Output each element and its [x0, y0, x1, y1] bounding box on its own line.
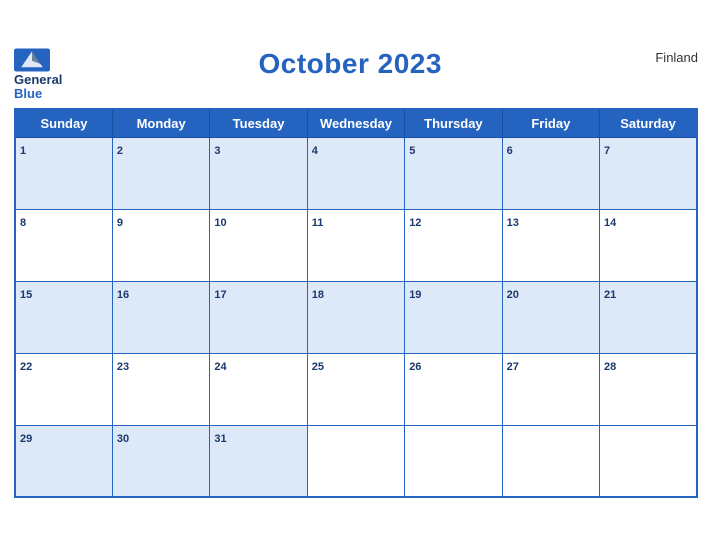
day-number: 7 [604, 145, 610, 157]
day-number: 24 [214, 361, 226, 373]
calendar-day-cell: 19 [405, 281, 502, 353]
weekday-header-saturday: Saturday [600, 109, 697, 138]
calendar-table: SundayMondayTuesdayWednesdayThursdayFrid… [14, 108, 698, 499]
weekday-header-sunday: Sunday [15, 109, 112, 138]
weekday-header-row: SundayMondayTuesdayWednesdayThursdayFrid… [15, 109, 697, 138]
calendar-day-cell [600, 425, 697, 497]
calendar-day-cell: 18 [307, 281, 404, 353]
day-number: 28 [604, 361, 616, 373]
day-number: 2 [117, 145, 123, 157]
day-number: 9 [117, 217, 123, 229]
calendar-week-row: 8 9 10 11 12 13 14 [15, 209, 697, 281]
calendar-day-cell: 15 [15, 281, 112, 353]
day-number: 10 [214, 217, 226, 229]
calendar-title: October 2023 [62, 48, 638, 80]
calendar-week-row: 15 16 17 18 19 20 21 [15, 281, 697, 353]
day-number: 11 [312, 217, 324, 229]
day-number: 18 [312, 289, 324, 301]
calendar-day-cell [405, 425, 502, 497]
day-number: 23 [117, 361, 129, 373]
weekday-header-thursday: Thursday [405, 109, 502, 138]
day-number: 14 [604, 217, 616, 229]
day-number: 22 [20, 361, 32, 373]
calendar-day-cell: 23 [112, 353, 209, 425]
calendar-day-cell: 17 [210, 281, 307, 353]
day-number: 13 [507, 217, 519, 229]
day-number: 1 [20, 145, 26, 157]
day-number: 30 [117, 433, 129, 445]
day-number: 12 [409, 217, 421, 229]
generalblue-logo-icon [14, 48, 50, 72]
day-number: 20 [507, 289, 519, 301]
logo-general-text: General [14, 73, 62, 87]
weekday-header-monday: Monday [112, 109, 209, 138]
calendar-wrapper: General Blue October 2023 Finland Sunday… [0, 38, 712, 512]
calendar-day-cell: 12 [405, 209, 502, 281]
day-number: 6 [507, 145, 513, 157]
calendar-day-cell: 21 [600, 281, 697, 353]
day-number: 26 [409, 361, 421, 373]
day-number: 21 [604, 289, 616, 301]
day-number: 3 [214, 145, 220, 157]
calendar-day-cell: 7 [600, 137, 697, 209]
calendar-month-year: October 2023 [62, 48, 638, 80]
day-number: 27 [507, 361, 519, 373]
day-number: 8 [20, 217, 26, 229]
calendar-day-cell: 1 [15, 137, 112, 209]
day-number: 15 [20, 289, 32, 301]
calendar-day-cell [502, 425, 599, 497]
country-label: Finland [638, 48, 698, 65]
day-number: 31 [214, 433, 226, 445]
logo-blue-text: Blue [14, 87, 62, 101]
calendar-day-cell: 5 [405, 137, 502, 209]
calendar-day-cell: 27 [502, 353, 599, 425]
day-number: 4 [312, 145, 318, 157]
calendar-day-cell: 30 [112, 425, 209, 497]
calendar-header: General Blue October 2023 Finland [14, 48, 698, 102]
day-number: 29 [20, 433, 32, 445]
calendar-day-cell: 29 [15, 425, 112, 497]
calendar-day-cell: 26 [405, 353, 502, 425]
calendar-week-row: 22 23 24 25 26 27 28 [15, 353, 697, 425]
calendar-day-cell: 16 [112, 281, 209, 353]
calendar-day-cell: 13 [502, 209, 599, 281]
day-number: 19 [409, 289, 421, 301]
weekday-header-friday: Friday [502, 109, 599, 138]
calendar-day-cell: 25 [307, 353, 404, 425]
calendar-week-row: 1 2 3 4 5 6 7 [15, 137, 697, 209]
day-number: 5 [409, 145, 415, 157]
weekday-header-tuesday: Tuesday [210, 109, 307, 138]
calendar-day-cell: 14 [600, 209, 697, 281]
calendar-day-cell: 6 [502, 137, 599, 209]
calendar-thead: SundayMondayTuesdayWednesdayThursdayFrid… [15, 109, 697, 138]
calendar-day-cell: 9 [112, 209, 209, 281]
calendar-day-cell: 11 [307, 209, 404, 281]
weekday-header-wednesday: Wednesday [307, 109, 404, 138]
calendar-day-cell: 3 [210, 137, 307, 209]
calendar-day-cell: 4 [307, 137, 404, 209]
calendar-day-cell: 31 [210, 425, 307, 497]
calendar-day-cell: 8 [15, 209, 112, 281]
day-number: 25 [312, 361, 324, 373]
calendar-day-cell: 22 [15, 353, 112, 425]
day-number: 17 [214, 289, 226, 301]
calendar-day-cell: 20 [502, 281, 599, 353]
calendar-body: 1234567891011121314151617181920212223242… [15, 137, 697, 497]
calendar-day-cell: 24 [210, 353, 307, 425]
calendar-day-cell [307, 425, 404, 497]
logo-area: General Blue [14, 48, 62, 102]
calendar-week-row: 29 30 31 [15, 425, 697, 497]
day-number: 16 [117, 289, 129, 301]
calendar-day-cell: 2 [112, 137, 209, 209]
calendar-day-cell: 28 [600, 353, 697, 425]
calendar-day-cell: 10 [210, 209, 307, 281]
